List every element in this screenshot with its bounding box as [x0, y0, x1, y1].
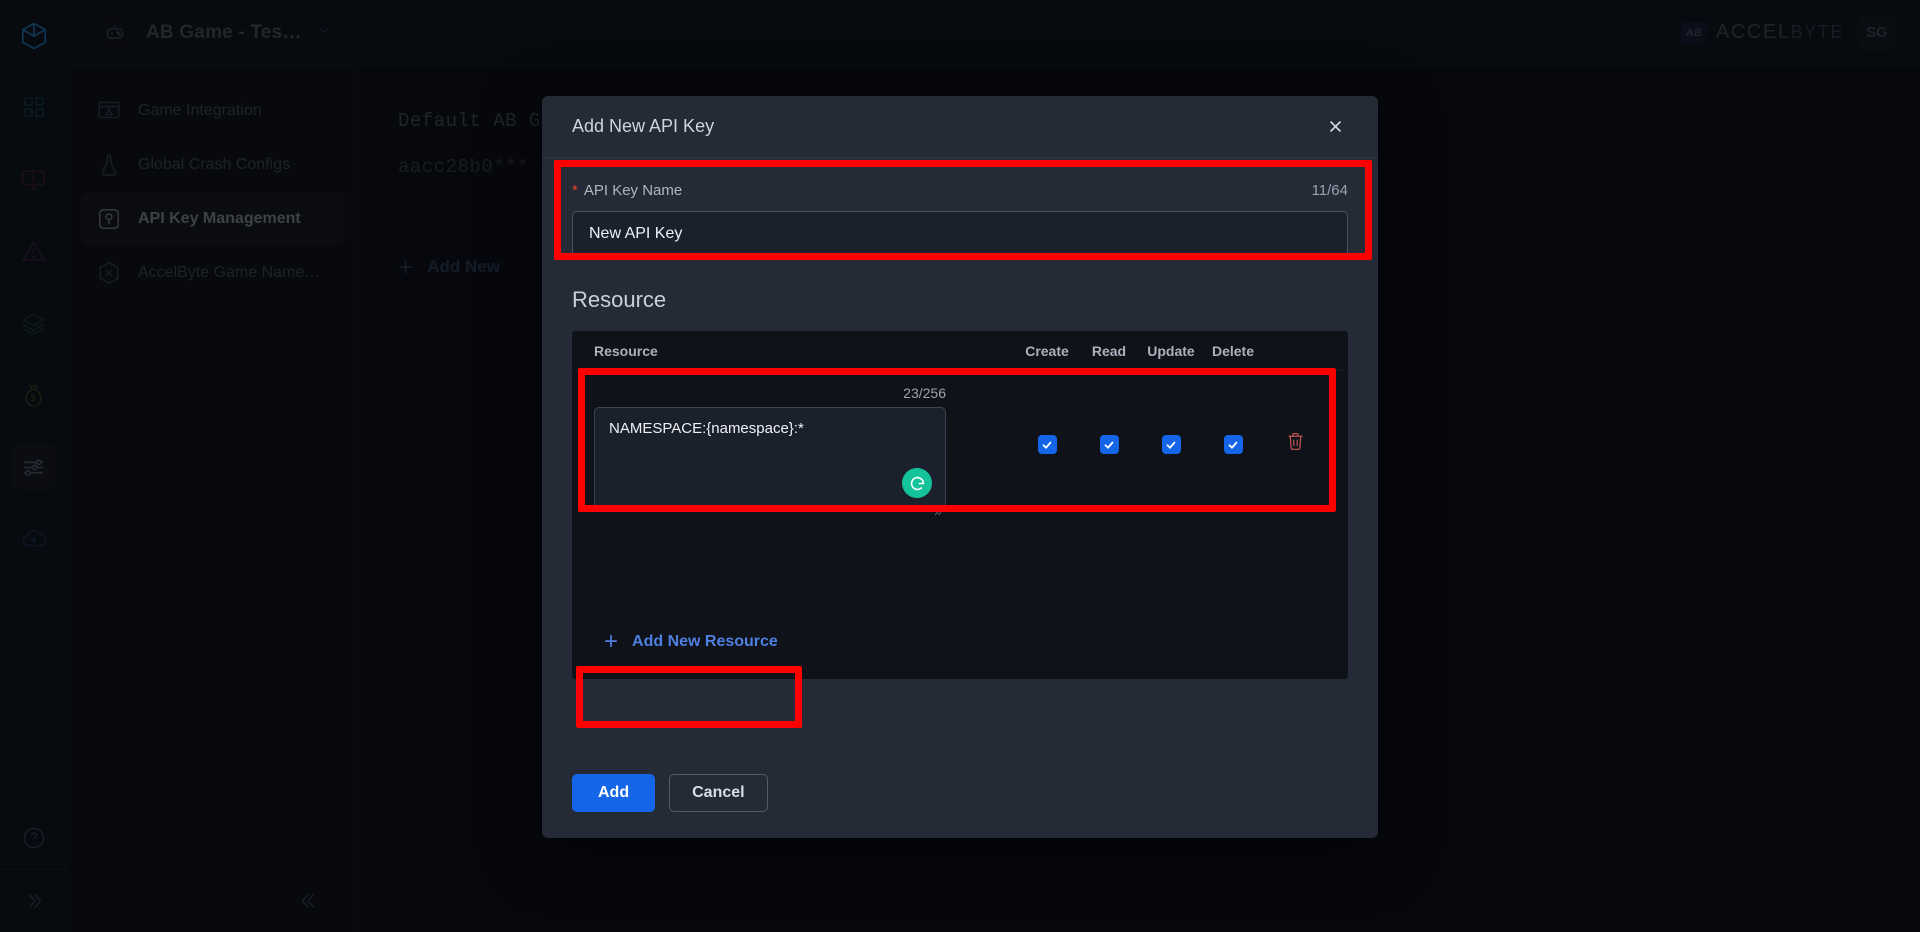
update-checkbox-cell — [1140, 385, 1202, 454]
column-header-read: Read — [1091, 342, 1127, 359]
api-key-name-input[interactable] — [572, 211, 1348, 257]
resource-textarea-wrap: NAMESPACE:{namespace}:* — [594, 407, 946, 516]
delete-checkbox-cell — [1202, 385, 1264, 454]
plus-icon: + — [604, 628, 619, 655]
delete-checkbox[interactable] — [1223, 435, 1243, 454]
api-key-name-counter: 11/64 — [1311, 182, 1348, 199]
resource-input[interactable]: NAMESPACE:{namespace}:* — [594, 407, 946, 511]
resize-grip-icon[interactable] — [932, 503, 942, 516]
modal-body: * API Key Name 11/64 Resource Resource C… — [542, 158, 1378, 756]
column-header-create: Create — [1025, 342, 1069, 359]
api-key-name-label: API Key Name — [583, 182, 683, 199]
modal-header: Add New API Key — [542, 96, 1378, 158]
add-api-key-modal: Add New API Key * API Key Name 11/64 Res… — [542, 96, 1378, 838]
resource-counter: 23/256 — [903, 385, 946, 401]
modal-footer: Add Cancel — [542, 756, 1378, 838]
modal-title: Add New API Key — [572, 116, 715, 136]
cancel-button[interactable]: Cancel — [669, 774, 768, 812]
resource-section-heading: Resource — [572, 287, 667, 312]
submit-button[interactable]: Add — [572, 774, 656, 812]
row-actions-cell — [1264, 385, 1326, 457]
add-new-resource-label: Add New Resource — [632, 633, 778, 650]
update-checkbox[interactable] — [1161, 435, 1181, 454]
app-root: AB Game - Tes… AB ACCELBYTE SG — [0, 0, 1920, 932]
add-new-resource-button[interactable]: + Add New Resource — [594, 623, 788, 661]
read-checkbox-cell — [1078, 385, 1140, 454]
read-checkbox[interactable] — [1099, 435, 1119, 454]
api-key-name-label-row: * API Key Name 11/64 — [572, 182, 1348, 199]
resource-cell: 23/256 NAMESPACE:{namespace}:* — [594, 385, 1016, 516]
column-header-update: Update — [1147, 342, 1195, 359]
resource-table-header: Resource Create Read Update Delete — [572, 331, 1348, 371]
column-header-delete: Delete — [1211, 342, 1255, 359]
api-key-name-field-group: * API Key Name 11/64 — [572, 158, 1348, 257]
trash-icon[interactable] — [1285, 431, 1306, 457]
required-marker: * — [572, 182, 578, 199]
resource-table: Resource Create Read Update Delete 23/25… — [572, 331, 1348, 679]
table-row: 23/256 NAMESPACE:{namespace}:* — [572, 371, 1348, 516]
column-header-resource: Resource — [594, 342, 658, 359]
close-icon[interactable] — [1318, 110, 1352, 144]
create-checkbox-cell — [1016, 385, 1078, 454]
grammarly-icon[interactable] — [902, 468, 932, 498]
create-checkbox[interactable] — [1037, 435, 1057, 454]
